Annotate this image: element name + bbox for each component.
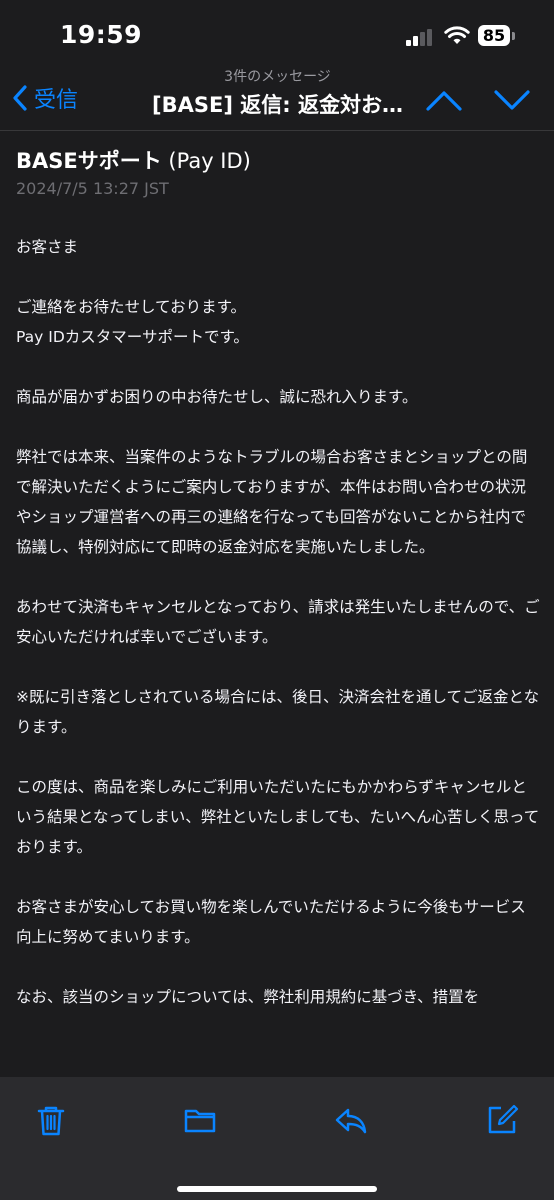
reply-icon[interactable] bbox=[334, 1103, 368, 1137]
status-time: 19:59 bbox=[60, 20, 143, 49]
body-paragraph: 弊社では本来、当案件のようなトラブルの場合お客さまとショップとの間で解決いただく… bbox=[16, 448, 528, 556]
home-indicator bbox=[177, 1186, 377, 1192]
sender-name: BASEサポート bbox=[16, 149, 162, 173]
message-count: 3件のメッセージ bbox=[224, 69, 331, 85]
sender-subtitle: (Pay ID) bbox=[168, 149, 251, 173]
back-button-label: 受信 bbox=[34, 88, 79, 113]
body-paragraph: この度は、商品を楽しみにご利用いただいたにもかかわらずキャンセルという結果となっ… bbox=[16, 778, 540, 856]
email-date: 2024/7/5 13:27 JST bbox=[16, 179, 169, 198]
next-message-chevron-down-icon[interactable] bbox=[493, 88, 531, 112]
body-paragraph: 商品が届かずお困りの中お待たせし、誠に恐れ入ります。 bbox=[16, 388, 418, 406]
back-button[interactable]: 受信 bbox=[12, 82, 78, 114]
body-paragraph: お客さまが安心してお買い物を楽しんでいただけるように今後もサービス向上に努めてま… bbox=[16, 898, 526, 946]
chevron-left-icon bbox=[13, 85, 27, 111]
wifi-icon bbox=[444, 26, 470, 44]
battery-indicator: 85 bbox=[478, 25, 510, 46]
body-paragraph: ※既に引き落としされている場合には、後日、決済会社を通してご返金となります。 bbox=[16, 688, 540, 736]
navigation-bar: 受信 3件のメッセージ [BASE] 返信: 返金対お… bbox=[0, 60, 554, 130]
email-header: BASEサポート (Pay ID) 2024/7/5 13:27 JST bbox=[16, 145, 251, 198]
email-body: お客さま ご連絡をお待たせしております。 Pay IDカスタマーサポートです。 … bbox=[16, 232, 541, 1042]
page-title: [BASE] 返信: 返金対お… bbox=[152, 93, 403, 117]
header-divider bbox=[0, 130, 554, 131]
body-paragraph: ご連絡をお待たせしております。 Pay IDカスタマーサポートです。 bbox=[16, 298, 249, 346]
body-paragraph: なお、該当のショップについては、弊社利用規約に基づき、措置を bbox=[16, 988, 480, 1006]
battery-tip bbox=[512, 32, 515, 40]
compose-icon[interactable] bbox=[485, 1103, 519, 1137]
folder-icon[interactable] bbox=[183, 1103, 217, 1137]
previous-message-chevron-up-icon[interactable] bbox=[425, 88, 463, 112]
cellular-signal-icon bbox=[406, 29, 432, 46]
body-paragraph: お客さま bbox=[16, 238, 79, 256]
nav-title-block: 3件のメッセージ [BASE] 返信: 返金対お… bbox=[140, 66, 415, 119]
body-paragraph: あわせて決済もキャンセルとなっており、請求は発生いたしませんので、ご安心いただけ… bbox=[16, 598, 540, 646]
sender[interactable]: BASEサポート (Pay ID) bbox=[16, 145, 251, 175]
bottom-toolbar bbox=[0, 1077, 554, 1200]
trash-icon[interactable] bbox=[34, 1103, 68, 1137]
